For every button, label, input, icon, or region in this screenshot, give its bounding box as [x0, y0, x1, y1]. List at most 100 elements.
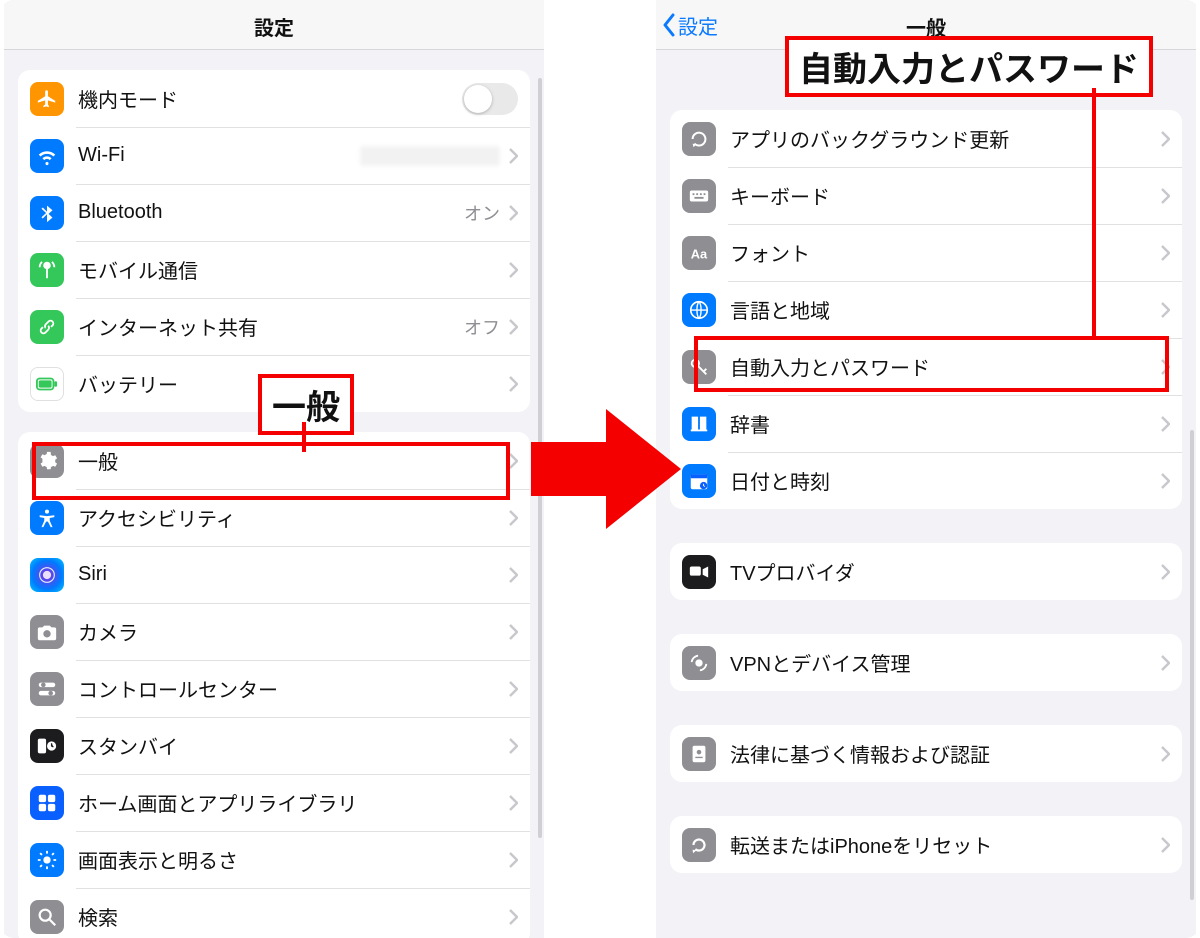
chevron-right-icon: [508, 510, 518, 526]
row-value-wifi: [360, 146, 500, 166]
row-fonts[interactable]: Aa フォント: [670, 224, 1182, 281]
row-keyboard[interactable]: キーボード: [670, 167, 1182, 224]
row-label-vpn: VPNとデバイス管理: [730, 648, 911, 677]
row-legal[interactable]: 法律に基づく情報および認証: [670, 725, 1182, 782]
chevron-right-icon: [508, 567, 518, 583]
general-group-tv: TVプロバイダ: [670, 543, 1182, 600]
row-standby[interactable]: スタンバイ: [18, 717, 530, 774]
chevron-right-icon: [1160, 655, 1170, 671]
chevron-right-icon: [508, 852, 518, 868]
row-siri[interactable]: Siri: [18, 546, 530, 603]
row-langregion[interactable]: 言語と地域: [670, 281, 1182, 338]
row-general[interactable]: 一般: [18, 432, 530, 489]
cellular-icon: [30, 253, 64, 287]
chevron-right-icon: [508, 148, 518, 164]
row-label-accessibility: アクセシビリティ: [78, 503, 236, 532]
wifi-icon: [30, 139, 64, 173]
chevron-right-icon: [1160, 473, 1170, 489]
toggle-airplane[interactable]: [462, 83, 518, 115]
row-label-legal: 法律に基づく情報および認証: [730, 739, 990, 768]
display-icon: [30, 843, 64, 877]
chevron-right-icon: [1160, 564, 1170, 580]
row-label-controlcenter: コントロールセンター: [78, 674, 278, 703]
general-icon: [30, 444, 64, 478]
row-label-fonts: フォント: [730, 238, 810, 267]
row-label-general: 一般: [78, 446, 118, 475]
row-display[interactable]: 画面表示と明るさ: [18, 831, 530, 888]
accessibility-icon: [30, 501, 64, 535]
row-label-tvprovider: TVプロバイダ: [730, 557, 855, 586]
reset-icon: [682, 828, 716, 862]
row-accessibility[interactable]: アクセシビリティ: [18, 489, 530, 546]
chevron-right-icon: [1160, 359, 1170, 375]
langregion-icon: [682, 293, 716, 327]
chevron-right-icon: [508, 319, 518, 335]
row-datetime[interactable]: 日付と時刻: [670, 452, 1182, 509]
general-group-reset: 転送またはiPhoneをリセット: [670, 816, 1182, 873]
search-icon: [30, 900, 64, 934]
chevron-right-icon: [1160, 746, 1170, 762]
controlcenter-icon: [30, 672, 64, 706]
chevron-right-icon: [1160, 245, 1170, 261]
row-label-search: 検索: [78, 902, 118, 931]
row-label-dictionary: 辞書: [730, 409, 770, 438]
standby-icon: [30, 729, 64, 763]
callout-general: 一般: [258, 374, 354, 435]
row-label-keyboard: キーボード: [730, 181, 830, 210]
row-label-bluetooth: Bluetooth: [78, 201, 163, 224]
row-vpn[interactable]: VPNとデバイス管理: [670, 634, 1182, 691]
general-group-vpn: VPNとデバイス管理: [670, 634, 1182, 691]
row-reset[interactable]: 転送またはiPhoneをリセット: [670, 816, 1182, 873]
row-label-bgrefresh: アプリのバックグラウンド更新: [730, 124, 1009, 153]
chevron-right-icon: [508, 205, 518, 221]
left-navbar: 設定: [4, 0, 544, 50]
row-label-standby: スタンバイ: [78, 731, 178, 760]
row-label-wifi: Wi-Fi: [78, 144, 125, 167]
row-label-camera: カメラ: [78, 617, 138, 646]
chevron-right-icon: [508, 795, 518, 811]
row-dictionary[interactable]: 辞書: [670, 395, 1182, 452]
chevron-right-icon: [1160, 416, 1170, 432]
autofill-icon: [682, 350, 716, 384]
scrollbar[interactable]: [1190, 430, 1194, 900]
tvprovider-icon: [682, 555, 716, 589]
row-label-reset: 転送またはiPhoneをリセット: [730, 830, 992, 859]
chevron-right-icon: [508, 453, 518, 469]
row-label-hotspot: インターネット共有: [78, 312, 258, 341]
legal-icon: [682, 737, 716, 771]
row-hotspot[interactable]: インターネット共有 オフ: [18, 298, 530, 355]
row-label-autofill: 自動入力とパスワード: [730, 352, 930, 381]
row-controlcenter[interactable]: コントロールセンター: [18, 660, 530, 717]
row-label-datetime: 日付と時刻: [730, 466, 830, 495]
row-tvprovider[interactable]: TVプロバイダ: [670, 543, 1182, 600]
siri-icon: [30, 558, 64, 592]
settings-group-general: 一般アクセシビリティ Siri カメラコントロールセンタースタンバイホーム画面とアプ…: [18, 432, 530, 938]
row-camera[interactable]: カメラ: [18, 603, 530, 660]
row-search[interactable]: 検索: [18, 888, 530, 938]
camera-icon: [30, 615, 64, 649]
left-title: 設定: [4, 12, 544, 41]
airplane-icon: [30, 82, 64, 116]
hotspot-icon: [30, 310, 64, 344]
chevron-right-icon: [508, 738, 518, 754]
row-wifi[interactable]: Wi-Fi: [18, 127, 530, 184]
row-bluetooth[interactable]: Bluetoothオン: [18, 184, 530, 241]
keyboard-icon: [682, 179, 716, 213]
row-airplane[interactable]: 機内モード: [18, 70, 530, 127]
datetime-icon: [682, 464, 716, 498]
chevron-right-icon: [1160, 131, 1170, 147]
svg-text:Aa: Aa: [691, 246, 708, 261]
row-value-hotspot: オフ: [464, 314, 500, 340]
bgrefresh-icon: [682, 122, 716, 156]
row-homescreen[interactable]: ホーム画面とアプリライブラリ: [18, 774, 530, 831]
battery-icon: [30, 367, 64, 401]
row-bgrefresh[interactable]: アプリのバックグラウンド更新: [670, 110, 1182, 167]
row-autofill[interactable]: 自動入力とパスワード: [670, 338, 1182, 395]
settings-group-connectivity: 機内モードWi-FiBluetoothオンモバイル通信インターネット共有オフバッ…: [18, 70, 530, 412]
instruction-arrow: [531, 404, 681, 534]
homescreen-icon: [30, 786, 64, 820]
chevron-right-icon: [1160, 302, 1170, 318]
settings-screen: 設定 機内モード Wi-Fi Bluetoothオンモバイル通信インターネット共有 オ…: [4, 0, 544, 938]
general-group-main: アプリのバックグラウンド更新キーボード Aa フォント言語と地域自動入力とパスワード…: [670, 110, 1182, 509]
row-cellular[interactable]: モバイル通信: [18, 241, 530, 298]
